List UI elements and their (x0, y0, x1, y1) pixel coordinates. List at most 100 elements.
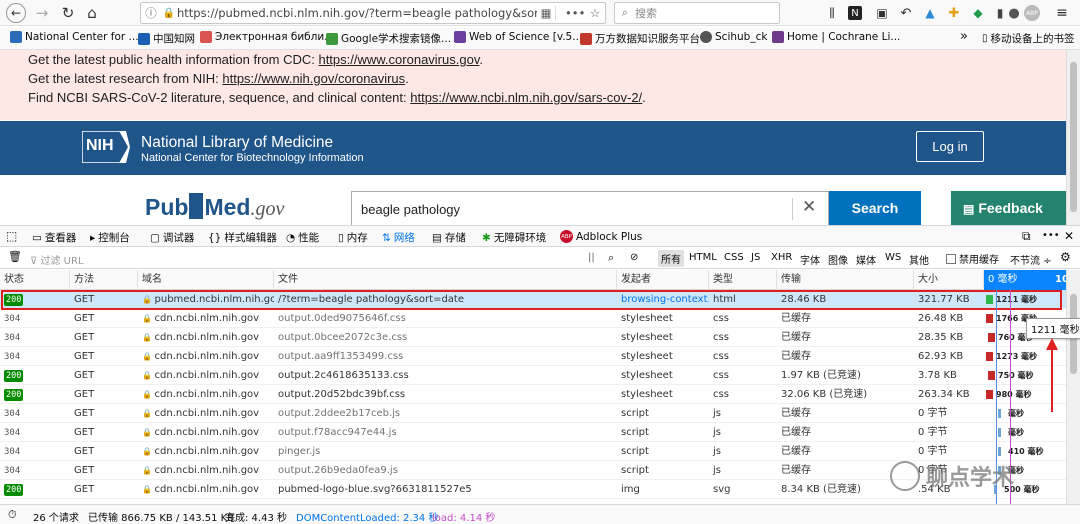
alert-text: Get the latest public health information… (28, 52, 319, 67)
info-icon[interactable]: ⓘ (141, 5, 161, 21)
dock-icon[interactable]: ⧉ (1022, 229, 1031, 244)
account-icon[interactable]: ● (1004, 3, 1024, 23)
forward-icon[interactable]: → (32, 3, 52, 23)
filter-js[interactable]: JS (751, 252, 760, 263)
clear-search-icon[interactable]: ✕ (802, 197, 816, 217)
col-file[interactable]: 文件 (274, 270, 617, 290)
extension-n-icon[interactable]: N (848, 6, 862, 20)
settings-gear-icon[interactable]: ⚙ (1060, 250, 1071, 264)
table-row[interactable]: 304 GET 🔒 cdn.ncbi.nlm.nih.gov output.0bcee… (0, 328, 1066, 347)
sidebar-icon[interactable]: ▣ (872, 3, 892, 23)
tab-accessibility[interactable]: ✱ 无障碍环境 (482, 230, 546, 245)
cell-file: output.0ded9075646f.css (278, 313, 406, 324)
search-requests-icon[interactable]: ⌕ (608, 251, 614, 265)
bookmark-item[interactable]: Web of Science [v.5.... (454, 31, 586, 43)
table-row[interactable]: 304 GET 🔒 cdn.ncbi.nlm.nih.gov output.aa9ff… (0, 347, 1066, 366)
filter-html[interactable]: HTML (689, 252, 717, 263)
filter-url-input[interactable]: ⊽ 过滤 URL (30, 252, 84, 267)
page-scrollbar-thumb[interactable] (1070, 62, 1077, 212)
login-button[interactable]: Log in (916, 131, 984, 162)
filter-fonts[interactable]: 字体 (800, 252, 820, 267)
col-status[interactable]: 状态 (0, 270, 70, 290)
bookmark-item[interactable]: Google学术搜索镜像... (326, 31, 451, 46)
nih-link[interactable]: https://www.nih.gov/coronavirus (222, 71, 405, 86)
alert-line: Get the latest public health information… (28, 52, 483, 67)
pubmed-search-button[interactable]: Search (829, 191, 921, 225)
bookmark-item[interactable]: Home | Cochrane Li... (772, 31, 900, 43)
bookmark-star-icon[interactable]: ☆ (585, 6, 605, 20)
adblock-badge-icon[interactable]: ABP (1024, 5, 1040, 21)
pick-element-icon[interactable]: ⬚ (6, 229, 17, 243)
red-arrow-icon (1046, 338, 1058, 412)
pubmed-logo[interactable]: Pub Med.gov (145, 193, 284, 221)
cell-initiator: stylesheet (621, 389, 673, 400)
devtools-menu-icon[interactable]: ••• (1042, 230, 1060, 241)
extension-leaf-icon[interactable]: ◆ (968, 3, 988, 23)
tab-debugger[interactable]: ▢ 调试器 (150, 230, 194, 245)
tab-storage[interactable]: ▤ 存储 (432, 230, 466, 245)
filter-xhr[interactable]: XHR (771, 252, 792, 263)
tab-style-editor[interactable]: {} 样式编辑器 (208, 230, 277, 245)
url-bar[interactable]: ⓘ 🔒 https://pubmed.ncbi.nlm.nih.gov/?ter… (140, 2, 606, 24)
table-row[interactable]: 304 GET 🔒 cdn.ncbi.nlm.nih.gov output.0ded9… (0, 309, 1066, 328)
extension-puzzle-icon[interactable]: ✚ (944, 3, 964, 23)
trash-icon[interactable]: 🗑 (8, 250, 22, 263)
table-row[interactable]: 200 GET 🔒 pubmed.ncbi.nlm.nih.gov /?term=be… (0, 290, 1066, 309)
col-initiator[interactable]: 发起者 (617, 270, 709, 290)
filter-css[interactable]: CSS (724, 252, 744, 263)
qr-code-icon[interactable]: ▦ (537, 6, 555, 20)
tab-adblock-plus[interactable]: ABP Adblock Plus (560, 230, 642, 243)
filter-images[interactable]: 图像 (828, 252, 848, 267)
table-row[interactable]: 200 GET 🔒 cdn.ncbi.nlm.nih.gov output.20d52… (0, 385, 1066, 404)
filter-media[interactable]: 媒体 (856, 252, 876, 267)
block-icon[interactable]: ⊘ (630, 252, 638, 263)
browser-search-bar[interactable]: ⌕ 搜索 (614, 2, 780, 24)
tab-console[interactable]: ▸ 控制台 (90, 230, 130, 245)
feedback-button[interactable]: ▤ Feedback (951, 191, 1066, 225)
bookmark-label: Электронная библи... (215, 31, 335, 43)
table-row[interactable]: 304 GET 🔒 cdn.ncbi.nlm.nih.gov pinger.js scr… (0, 442, 1066, 461)
extension-a-icon[interactable]: ▲ (920, 3, 940, 23)
col-timeline[interactable]: 0 毫秒 10 (984, 270, 1066, 290)
filter-all[interactable]: 所有 (658, 250, 684, 267)
cdc-link[interactable]: https://www.coronavirus.gov (318, 52, 479, 67)
filter-ws[interactable]: WS (885, 252, 901, 263)
bookmark-item[interactable]: Электронная библи... (200, 31, 334, 43)
mobile-bookmarks[interactable]: ▯ 移动设备上的书签 (982, 31, 1075, 46)
reload-icon[interactable]: ↻ (58, 3, 78, 23)
table-row[interactable]: 304 GET 🔒 cdn.ncbi.nlm.nih.gov output.2ddee… (0, 404, 1066, 423)
bookmark-item[interactable]: Scihub_ck (700, 31, 767, 43)
bookmark-item[interactable]: National Center for ... (10, 31, 139, 43)
lock-icon: 🔒 (142, 352, 155, 361)
col-method[interactable]: 方法 (70, 270, 138, 290)
menu-icon[interactable]: ≡ (1052, 3, 1072, 23)
disable-cache-checkbox[interactable]: 禁用缓存 (946, 251, 999, 266)
sars-cov-2-link[interactable]: https://www.ncbi.nlm.nih.gov/sars-cov-2/ (410, 90, 642, 105)
col-size[interactable]: 大小 (914, 270, 984, 290)
bookmark-item[interactable]: 中国知网 (138, 31, 195, 46)
table-row[interactable]: 200 GET 🔒 cdn.ncbi.nlm.nih.gov output.2c461… (0, 366, 1066, 385)
undo-icon[interactable]: ↶ (896, 3, 916, 23)
home-icon[interactable]: ⌂ (82, 3, 102, 23)
tab-performance[interactable]: ◔ 性能 (286, 230, 319, 245)
bookmark-item[interactable]: 万方数据知识服务平台 (580, 31, 700, 46)
table-row[interactable]: 304 GET 🔒 cdn.ncbi.nlm.nih.gov output.f78ac… (0, 423, 1066, 442)
tab-memory[interactable]: ▯ 内存 (338, 230, 368, 245)
page-actions-icon[interactable]: ••• (565, 6, 585, 20)
col-domain[interactable]: 域名 (138, 270, 274, 290)
pause-icon[interactable]: || (588, 252, 595, 263)
debugger-icon: ▢ (150, 231, 160, 244)
tab-label: 网络 (393, 232, 415, 244)
library-icon[interactable]: ⫼ (822, 3, 842, 23)
col-type[interactable]: 类型 (709, 270, 777, 290)
throttle-select[interactable]: 不节流 ÷ (1010, 252, 1052, 267)
close-devtools-icon[interactable]: ✕ (1064, 229, 1074, 243)
tab-inspector[interactable]: ▭ 查看器 (32, 230, 76, 245)
nih-logo[interactable]: NIH (81, 130, 130, 164)
filter-other[interactable]: 其他 (909, 252, 929, 267)
pubmed-search-input[interactable]: beagle pathology ✕ (351, 191, 829, 225)
page-scrollbar[interactable] (1066, 50, 1080, 225)
bookmarks-overflow-button[interactable]: » (960, 29, 968, 44)
col-transferred[interactable]: 传输 (777, 270, 914, 290)
back-icon[interactable]: ← (6, 3, 26, 23)
